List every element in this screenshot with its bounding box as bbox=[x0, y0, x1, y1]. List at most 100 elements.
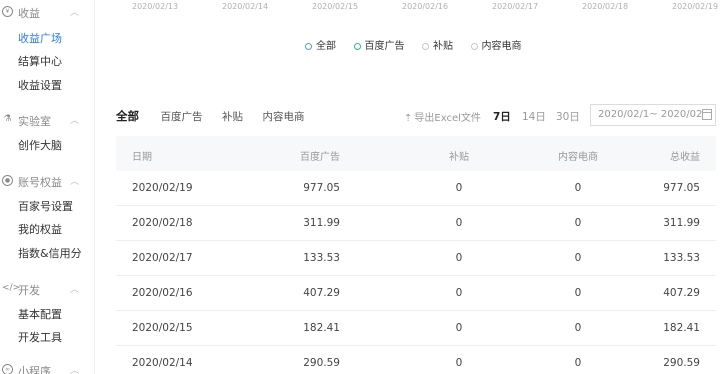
cell-total: 311.99 bbox=[663, 217, 700, 229]
header-total[interactable]: 总收益 bbox=[670, 148, 700, 163]
sidebar-item-baijiahao-settings[interactable]: 百家号设置 bbox=[18, 198, 73, 214]
sidebar-item-income-plaza[interactable]: 收益广场 bbox=[18, 30, 62, 46]
header-ecommerce[interactable]: 内容电商 bbox=[534, 148, 622, 163]
cell-total: 133.53 bbox=[663, 252, 700, 264]
cell-ecommerce: 0 bbox=[574, 252, 582, 264]
cell-ecommerce: 0 bbox=[574, 357, 582, 369]
axis-date-label: 2020/02/19 bbox=[672, 2, 719, 11]
cell-date: 2020/02/16 bbox=[132, 287, 193, 299]
legend-dot-icon bbox=[470, 43, 478, 50]
legend-label: 内容电商 bbox=[481, 41, 522, 52]
cell-subsidy: 0 bbox=[455, 217, 463, 229]
range-14d-button[interactable]: 14日 bbox=[522, 109, 546, 124]
tab-subsidy[interactable]: 补贴 bbox=[222, 109, 243, 124]
table-row: 2020/02/17 133.53 0 0 133.53 bbox=[116, 241, 716, 276]
sidebar-section-dev[interactable]: </> 开发 ︿ bbox=[0, 279, 95, 299]
sidebar-section-label: 账号权益 bbox=[18, 176, 62, 189]
chevron-up-icon: ︿ bbox=[70, 285, 80, 295]
account-icon: ● bbox=[2, 175, 13, 186]
legend-item-all[interactable]: 全部 bbox=[305, 37, 336, 52]
axis-date-label: 2020/02/15 bbox=[312, 2, 359, 11]
sidebar-section-lab[interactable]: ⚗ 实验室 ︿ bbox=[0, 110, 95, 130]
cell-baidu-ads: 290.59 bbox=[303, 357, 340, 369]
sidebar-section-miniprogram[interactable]: ∞ 小程序 ︿ bbox=[0, 360, 95, 374]
axis-date-label: 2020/02/14 bbox=[222, 2, 269, 11]
cell-subsidy: 0 bbox=[455, 252, 463, 264]
legend-dot-icon bbox=[353, 43, 361, 50]
tab-all[interactable]: 全部 bbox=[116, 108, 139, 124]
cell-baidu-ads: 407.29 bbox=[303, 287, 340, 299]
axis-date-label: 2020/02/17 bbox=[492, 2, 539, 11]
calendar-icon bbox=[702, 109, 712, 120]
sidebar-item-index-credit[interactable]: 指数&信用分 bbox=[18, 245, 82, 261]
export-excel-button[interactable]: ⇡ 导出Excel文件 bbox=[404, 109, 481, 124]
cell-date: 2020/02/15 bbox=[132, 322, 193, 334]
cell-total: 290.59 bbox=[663, 357, 700, 369]
sidebar-item-income-settings[interactable]: 收益设置 bbox=[18, 77, 62, 93]
legend-item-ecommerce[interactable]: 内容电商 bbox=[470, 37, 522, 52]
lab-icon: ⚗ bbox=[3, 114, 12, 124]
legend-item-subsidy[interactable]: 补贴 bbox=[422, 37, 453, 52]
cell-total: 977.05 bbox=[663, 182, 700, 194]
cell-subsidy: 0 bbox=[455, 287, 463, 299]
table-header: 日期 百度广告 补贴 内容电商 总收益 bbox=[116, 136, 716, 171]
cell-total: 182.41 bbox=[663, 322, 700, 334]
sidebar-item-dev-tools[interactable]: 开发工具 bbox=[18, 329, 62, 345]
sidebar-item-settlement[interactable]: 结算中心 bbox=[18, 53, 62, 69]
sidebar-item-my-rights[interactable]: 我的权益 bbox=[18, 221, 62, 237]
date-range-picker[interactable]: 2020/02/1~ 2020/02/1 bbox=[590, 104, 716, 126]
chart-legend: 全部 百度广告 补贴 内容电商 bbox=[305, 37, 536, 52]
legend-dot-icon bbox=[422, 43, 429, 50]
cell-ecommerce: 0 bbox=[574, 287, 582, 299]
income-table: 日期 百度广告 补贴 内容电商 总收益 2020/02/19 977.05 0 … bbox=[116, 136, 716, 374]
sidebar: ¥ 收益 ︿ 收益广场 结算中心 收益设置 ⚗ 实验室 ︿ 创作大脑 ● 账号权… bbox=[0, 0, 95, 374]
upload-arrow-icon: ⇡ bbox=[404, 113, 413, 124]
code-icon: </> bbox=[2, 283, 21, 293]
cell-baidu-ads: 182.41 bbox=[303, 322, 340, 334]
tab-baidu-ads[interactable]: 百度广告 bbox=[161, 109, 203, 124]
axis-date-label: 2020/02/13 bbox=[132, 2, 179, 11]
legend-label: 百度广告 bbox=[364, 41, 405, 52]
chevron-up-icon: ︿ bbox=[70, 366, 80, 374]
table-row: 2020/02/16 407.29 0 0 407.29 bbox=[116, 276, 716, 311]
sidebar-section-account[interactable]: ● 账号权益 ︿ bbox=[0, 171, 95, 191]
cell-baidu-ads: 311.99 bbox=[303, 217, 340, 229]
header-subsidy[interactable]: 补贴 bbox=[434, 148, 484, 163]
cell-date: 2020/02/14 bbox=[132, 357, 193, 369]
sidebar-item-basic-config[interactable]: 基本配置 bbox=[18, 306, 62, 322]
header-baidu-ads[interactable]: 百度广告 bbox=[300, 148, 340, 163]
table-row: 2020/02/19 977.05 0 0 977.05 bbox=[116, 171, 716, 206]
chevron-up-icon: ︿ bbox=[70, 116, 80, 126]
tab-ecommerce[interactable]: 内容电商 bbox=[263, 109, 305, 124]
cell-date: 2020/02/18 bbox=[132, 217, 193, 229]
sidebar-section-income[interactable]: ¥ 收益 ︿ bbox=[0, 2, 95, 22]
legend-label: 补贴 bbox=[433, 41, 453, 52]
legend-item-baidu-ads[interactable]: 百度广告 bbox=[353, 37, 405, 52]
miniprogram-icon: ∞ bbox=[2, 364, 13, 374]
date-range-value: 2020/02/1~ 2020/02/1 bbox=[598, 109, 713, 120]
sidebar-section-label: 开发 bbox=[18, 284, 40, 297]
legend-label: 全部 bbox=[316, 41, 336, 52]
cell-ecommerce: 0 bbox=[574, 182, 582, 194]
chart-date-axis: 2020/02/13 2020/02/14 2020/02/15 2020/02… bbox=[95, 0, 720, 14]
cell-ecommerce: 0 bbox=[574, 322, 582, 334]
cell-baidu-ads: 977.05 bbox=[303, 182, 340, 194]
axis-date-label: 2020/02/16 bbox=[402, 2, 449, 11]
range-7d-button[interactable]: 7日 bbox=[493, 109, 511, 124]
cell-subsidy: 0 bbox=[455, 357, 463, 369]
range-30d-button[interactable]: 30日 bbox=[556, 109, 580, 124]
sidebar-section-label: 实验室 bbox=[18, 115, 51, 128]
sidebar-item-creative-brain[interactable]: 创作大脑 bbox=[18, 137, 62, 153]
income-icon: ¥ bbox=[2, 6, 13, 17]
cell-ecommerce: 0 bbox=[574, 217, 582, 229]
header-date[interactable]: 日期 bbox=[132, 148, 152, 163]
cell-baidu-ads: 133.53 bbox=[303, 252, 340, 264]
chevron-up-icon: ︿ bbox=[70, 177, 80, 187]
cell-total: 407.29 bbox=[663, 287, 700, 299]
axis-date-label: 2020/02/18 bbox=[582, 2, 629, 11]
cell-date: 2020/02/17 bbox=[132, 252, 193, 264]
table-row: 2020/02/14 290.59 0 0 290.59 bbox=[116, 346, 716, 374]
cell-subsidy: 0 bbox=[455, 182, 463, 194]
filter-tabs: 全部 百度广告 补贴 内容电商 bbox=[116, 108, 321, 124]
sidebar-section-label: 收益 bbox=[18, 7, 40, 20]
